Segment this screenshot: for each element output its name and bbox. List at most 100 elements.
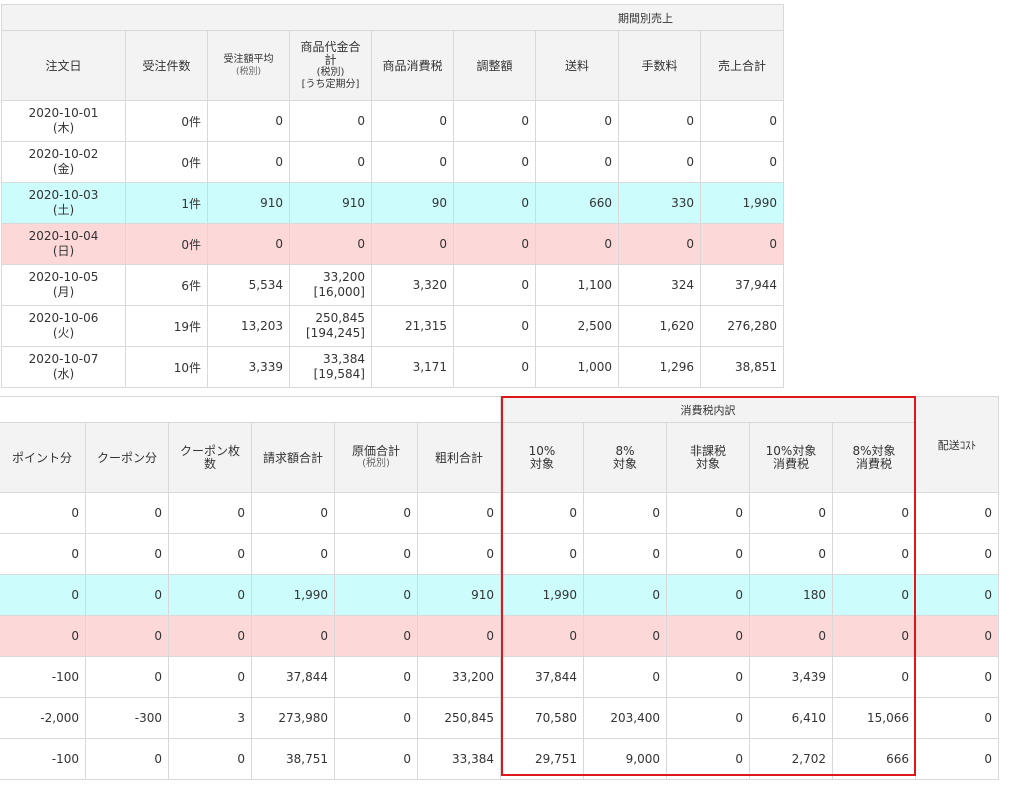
fee-cell: 0 xyxy=(618,223,701,265)
order-date-cell: 2020-10-02 (金) xyxy=(1,141,126,183)
shipping-cell: 1,100 xyxy=(535,264,619,306)
tax-cell: 0 xyxy=(371,100,454,142)
fee-cell: 330 xyxy=(618,182,701,224)
col-tax-10: 10%対象 消費税 xyxy=(749,422,833,493)
order-date-cell: 2020-10-07 (水) xyxy=(1,346,126,388)
tax-10-cell: 2,702 xyxy=(749,738,833,780)
dow-text: (金) xyxy=(52,162,75,176)
orders-cell: 0件 xyxy=(125,223,208,265)
table-row-saturday: 2020-10-03 (土) 1件 910 910 90 0 660 330 1,… xyxy=(1,182,784,224)
col-taxable-10-l1: 10% xyxy=(528,443,556,458)
sales-cell: 38,851 xyxy=(700,346,784,388)
product-cell: 910 xyxy=(289,182,372,224)
avg-cell: 3,339 xyxy=(207,346,290,388)
avg-cell: 0 xyxy=(207,141,290,183)
cost-cell: 0 xyxy=(334,574,418,616)
period-sales-group-header: 期間別売上 xyxy=(1,4,784,31)
fee-cell: 1,296 xyxy=(618,346,701,388)
col-coupon-count: クーポン枚 数 xyxy=(168,422,252,493)
cost-cell: 0 xyxy=(334,492,418,534)
coupon-cell: 0 xyxy=(85,492,169,534)
col-tax-8-l2: 消費税 xyxy=(855,456,892,471)
tax-8-cell: 0 xyxy=(832,656,916,698)
tax-cell: 90 xyxy=(371,182,454,224)
table-row: 2020-10-02 (金) 0件 0 0 0 0 0 0 0 xyxy=(1,141,784,183)
billing-cell: 0 xyxy=(251,615,335,657)
tax-8-cell: 0 xyxy=(832,615,916,657)
tax-8-cell: 0 xyxy=(832,574,916,616)
col-cost-total-l1: 原価合計 xyxy=(351,444,400,458)
order-date-cell: 2020-10-04 (日) xyxy=(1,223,126,265)
adjust-cell: 0 xyxy=(453,223,536,265)
taxable-8-cell: 0 xyxy=(583,492,667,534)
col-product-total-l1: 商品代金合 xyxy=(300,39,361,54)
nontaxable-cell: 0 xyxy=(666,615,750,657)
fee-cell: 1,620 xyxy=(618,305,701,347)
col-cost-total: 原価合計 (税別) xyxy=(334,422,418,493)
coupon-count-cell: 0 xyxy=(168,738,252,780)
sales-cell: 0 xyxy=(700,223,784,265)
order-date-cell: 2020-10-03 (土) xyxy=(1,182,126,224)
cost-cell: 0 xyxy=(334,738,418,780)
billing-cell: 38,751 xyxy=(251,738,335,780)
adjust-cell: 0 xyxy=(453,182,536,224)
gross-cell: 0 xyxy=(417,615,501,657)
orders-cell: 1件 xyxy=(125,182,208,224)
table-row: 2020-10-01 (木) 0件 0 0 0 0 0 0 0 xyxy=(1,100,784,142)
col-tax-8: 8%対象 消費税 xyxy=(832,422,916,493)
col-taxable-8-l1: 8% xyxy=(615,443,635,458)
tax-cell: 3,171 xyxy=(371,346,454,388)
col-sales-total: 売上合計 xyxy=(700,30,784,101)
coupon-cell: -300 xyxy=(85,697,169,739)
table-row: 0 0 0 0 0 0 0 0 0 0 0 0 xyxy=(0,492,999,534)
cost-cell: 0 xyxy=(334,615,418,657)
col-product-total-l2: 計 xyxy=(324,52,337,67)
col-nontaxable-l2: 対象 xyxy=(695,456,720,471)
orders-cell: 0件 xyxy=(125,100,208,142)
tax-10-cell: 0 xyxy=(749,492,833,534)
col-taxable-10-l2: 対象 xyxy=(529,456,554,471)
orders-cell: 10件 xyxy=(125,346,208,388)
taxable-10-cell: 37,844 xyxy=(500,656,584,698)
gross-cell: 33,384 xyxy=(417,738,501,780)
gross-cell: 0 xyxy=(417,533,501,575)
order-date-cell: 2020-10-05 (月) xyxy=(1,264,126,306)
dow-text: (木) xyxy=(52,121,75,135)
cost-cell: 0 xyxy=(334,533,418,575)
cost-cell: 0 xyxy=(334,656,418,698)
date-text: 2020-10-02 xyxy=(28,147,99,161)
col-billing-total: 請求額合計 xyxy=(251,422,335,493)
gross-cell: 910 xyxy=(417,574,501,616)
table-row: 2020-10-07 (水) 10件 3,339 33,384 [19,584] 3… xyxy=(1,346,784,388)
taxable-8-cell: 9,000 xyxy=(583,738,667,780)
col-coupon-count-l2: 数 xyxy=(203,456,216,471)
shipping-cell: 0 xyxy=(535,223,619,265)
period-sales-table: 期間別売上 注文日 受注件数 受注額平均 (税別) 商品代金合 計 (税別) [… xyxy=(1,4,784,388)
product-cell: 250,845 [194,245] xyxy=(289,305,372,347)
table-row: -100 0 0 37,844 0 33,200 37,844 0 0 3,43… xyxy=(0,656,999,698)
nontaxable-cell: 0 xyxy=(666,697,750,739)
date-text: 2020-10-06 xyxy=(28,311,99,325)
col-gross-profit: 粗利合計 xyxy=(417,422,501,493)
col-nontaxable: 非課税 対象 xyxy=(666,422,750,493)
avg-cell: 5,534 xyxy=(207,264,290,306)
gross-cell: 33,200 xyxy=(417,656,501,698)
shipping-cell: 0 xyxy=(535,141,619,183)
date-text: 2020-10-01 xyxy=(28,106,99,120)
tax-10-cell: 0 xyxy=(749,615,833,657)
tax-cell: 0 xyxy=(371,223,454,265)
product-value: 250,845 xyxy=(315,311,365,325)
product-subscription-value: [194,245] xyxy=(306,326,365,340)
tax-10-cell: 3,439 xyxy=(749,656,833,698)
points-cell: 0 xyxy=(0,492,86,534)
tax-cell: 21,315 xyxy=(371,305,454,347)
col-coupon-count-l1: クーポン枚 xyxy=(179,443,240,458)
product-cell: 0 xyxy=(289,100,372,142)
nontaxable-cell: 0 xyxy=(666,656,750,698)
coupon-cell: 0 xyxy=(85,533,169,575)
avg-cell: 910 xyxy=(207,182,290,224)
shipping-cell: 2,500 xyxy=(535,305,619,347)
coupon-cell: 0 xyxy=(85,615,169,657)
coupon-count-cell: 3 xyxy=(168,697,252,739)
tax-cell: 0 xyxy=(371,141,454,183)
